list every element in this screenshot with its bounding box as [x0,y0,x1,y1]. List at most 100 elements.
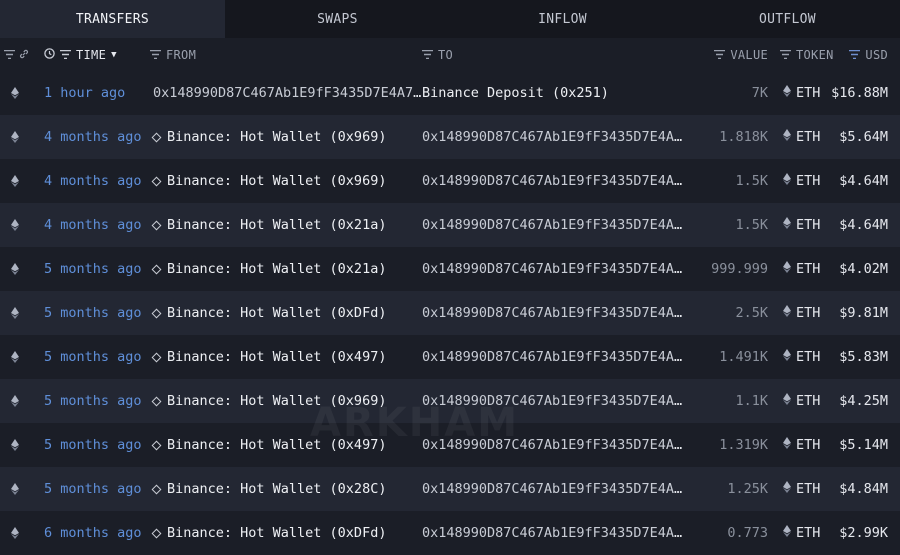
value-header-label: VALUE [730,47,768,62]
token-symbol: ETH [796,173,821,189]
to-address[interactable]: 0x148990D87C467Ab1E9fF3435D7E4A7d9C07A3c… [422,217,684,233]
filter-icon[interactable] [780,48,791,62]
tab-inflow[interactable]: INFLOW [450,0,675,38]
token-cell[interactable]: ETH [768,349,821,365]
usd-cell: $4.64M [839,217,888,233]
entity-label: Binance: Hot Wallet (0x497) [151,349,386,365]
tab-transfers[interactable]: TRANSFERS [0,0,225,38]
token-cell[interactable]: ETH [768,85,820,101]
token-cell[interactable]: ETH [768,305,820,321]
filter-icon[interactable] [150,48,161,62]
table-row[interactable]: 5 months ago Binance: Hot Wallet (0x28C) 0… [0,467,900,511]
filter-icon[interactable] [849,48,861,62]
time-link[interactable]: 5 months ago [32,349,150,365]
table-row[interactable]: 5 months ago Binance: Hot Wallet (0x497) 0… [0,423,900,467]
to-address[interactable]: 0x148990D87C467Ab1E9fF3435D7E4A7d9C07A3c… [422,129,684,145]
to-address[interactable]: 0x148990D87C467Ab1E9fF3435D7E4A7d9C07A3c… [422,393,684,409]
time-link[interactable]: 5 months ago [32,481,150,497]
token-cell[interactable]: ETH [768,217,820,233]
tab-outflow[interactable]: OUTFLOW [675,0,900,38]
to-address[interactable]: 0x148990D87C467Ab1E9fF3435D7E4A7d9C07A3c… [422,261,684,277]
address-text: 0x148990D87C467Ab1E9fF3435D7E4A7d9C07A3c… [422,349,684,365]
token-cell[interactable]: ETH [768,437,820,453]
entity-name: Binance: Hot Wallet (0x969) [167,393,387,410]
to-column-header[interactable]: TO [422,38,684,71]
time-link[interactable]: 4 months ago [32,129,150,145]
from-address[interactable]: Binance: Hot Wallet (0x28C) [150,481,422,497]
ethereum-icon [0,527,32,539]
time-link[interactable]: 5 months ago [32,393,150,409]
token-cell[interactable]: ETH [768,393,820,409]
address-text: 0x148990D87C467Ab1E9fF3435D7E4A7d9C07A3c… [422,525,684,541]
from-address[interactable]: Binance: Hot Wallet (0x497) [150,437,422,454]
to-address[interactable]: 0x148990D87C467Ab1E9fF3435D7E4A7d9C07A3c… [422,173,684,189]
to-address[interactable]: 0x148990D87C467Ab1E9fF3435D7E4A7d9C07A3c… [422,481,684,497]
table-row[interactable]: 5 months ago Binance: Hot Wallet (0x969) 0… [0,379,900,423]
table-row[interactable]: 6 months ago Binance: Hot Wallet (0xDFd) 0… [0,511,900,555]
time-link[interactable]: 4 months ago [32,173,150,189]
from-address[interactable]: Binance: Hot Wallet (0x21a) [150,217,422,234]
token-symbol: ETH [796,261,821,277]
tab-bar: TRANSFERS SWAPS INFLOW OUTFLOW [0,0,900,38]
from-address[interactable]: Binance: Hot Wallet (0xDFd) [150,525,422,541]
from-address[interactable]: Binance: Hot Wallet (0xDFd) [150,305,422,321]
ethereum-icon [0,263,32,275]
time-link[interactable]: 5 months ago [32,305,150,321]
time-link[interactable]: 1 hour ago [32,85,150,101]
usd-cell: $5.14M [839,437,888,453]
to-address[interactable]: Binance Deposit (0x251) [422,85,684,101]
value-cell: 1.319K [719,437,768,453]
from-address[interactable]: 0x148990D87C467Ab1E9fF3435D7E4A7d9C07A3c… [150,85,422,101]
entity-name: Binance: Hot Wallet (0x21a) [167,217,387,234]
token-cell[interactable]: ETH [768,261,821,277]
sort-desc-icon[interactable]: ▼ [111,50,117,60]
from-address[interactable]: Binance: Hot Wallet (0x969) [150,173,422,190]
entity-name: Binance: Hot Wallet (0x969) [167,129,387,146]
table-row[interactable]: 5 months ago Binance: Hot Wallet (0x21a) 0… [0,247,900,291]
time-link[interactable]: 6 months ago [32,525,150,541]
time-link[interactable]: 5 months ago [32,437,150,453]
token-cell[interactable]: ETH [768,129,820,145]
from-address[interactable]: Binance: Hot Wallet (0x969) [150,393,422,410]
link-icon[interactable] [19,48,29,62]
time-link[interactable]: 5 months ago [32,261,150,277]
to-address[interactable]: 0x148990D87C467Ab1E9fF3435D7E4A7d9C07A3c… [422,305,684,321]
usd-cell: $2.99K [839,525,888,541]
ethereum-icon [0,87,32,99]
value-column-header[interactable]: VALUE [684,38,768,71]
to-address[interactable]: 0x148990D87C467Ab1E9fF3435D7E4A7d9C07A3c… [422,437,684,453]
entity-name: Binance: Hot Wallet (0x497) [167,437,387,454]
filter-icon[interactable] [4,48,15,62]
address-text: 0x148990D87C467Ab1E9fF3435D7E4A7d9C07A3c… [422,305,684,321]
token-cell[interactable]: ETH [768,173,821,189]
from-column-header[interactable]: FROM [150,38,422,71]
entity-name: Binance: Hot Wallet (0x21a) [167,261,387,278]
table-row[interactable]: 4 months ago Binance: Hot Wallet (0x969) 0… [0,159,900,203]
to-address[interactable]: 0x148990D87C467Ab1E9fF3435D7E4A7d9C07A3c… [422,525,684,541]
entity-name: Binance: Hot Wallet (0x969) [167,173,387,190]
token-cell[interactable]: ETH [768,481,820,497]
value-cell: 1.1K [735,393,768,409]
token-symbol: ETH [796,349,821,365]
filter-icon[interactable] [714,48,726,62]
filter-icon[interactable] [60,48,71,62]
from-address[interactable]: Binance: Hot Wallet (0x497) [150,349,422,365]
table-row[interactable]: 5 months ago Binance: Hot Wallet (0xDFd) 0… [0,291,900,335]
to-address[interactable]: 0x148990D87C467Ab1E9fF3435D7E4A7d9C07A3c… [422,349,684,365]
filter-icon[interactable] [422,48,433,62]
table-row[interactable]: 1 hour ago 0x148990D87C467Ab1E9fF3435D7E4… [0,71,900,115]
usd-cell: $4.02M [839,261,888,277]
token-cell[interactable]: ETH [768,525,820,541]
time-column-header[interactable]: TIME ▼ [32,38,150,71]
tab-swaps[interactable]: SWAPS [225,0,450,38]
time-link[interactable]: 4 months ago [32,217,150,233]
value-cell: 999.999 [711,261,768,277]
table-row[interactable]: 4 months ago Binance: Hot Wallet (0x969) 0… [0,115,900,159]
from-address[interactable]: Binance: Hot Wallet (0x21a) [150,261,422,278]
token-column-header[interactable]: TOKEN [768,38,838,71]
from-address[interactable]: Binance: Hot Wallet (0x969) [150,129,422,146]
table-row[interactable]: 5 months ago Binance: Hot Wallet (0x497) 0… [0,335,900,379]
table-row[interactable]: 4 months ago Binance: Hot Wallet (0x21a) 0… [0,203,900,247]
usd-column-header[interactable]: USD [838,38,900,71]
value-cell: 1.491K [719,349,768,365]
